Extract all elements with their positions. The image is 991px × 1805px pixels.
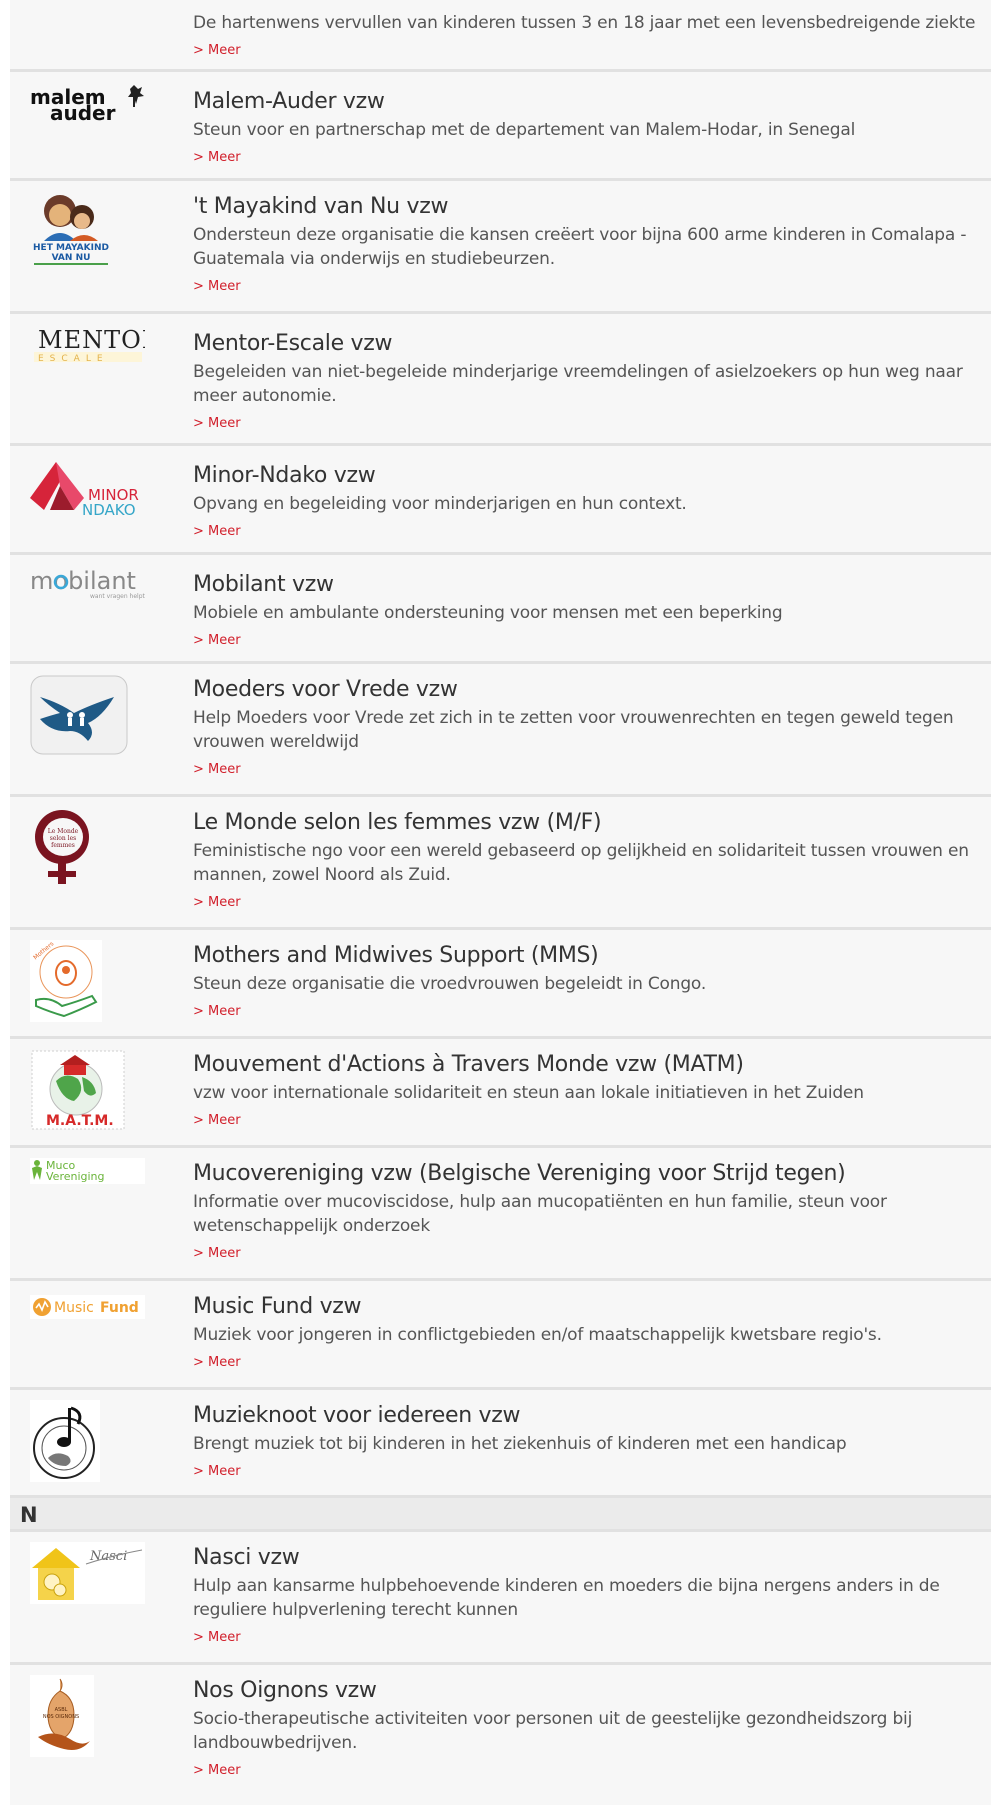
svg-text:want vragen helpt: want vragen helpt (90, 593, 145, 600)
svg-text:Fund: Fund (100, 1300, 139, 1316)
list-item[interactable]: MINOR NDAKO Minor-Ndako vzw Opvang en be… (10, 446, 991, 555)
item-description: vzw voor internationale solidariteit en … (193, 1083, 864, 1103)
more-link[interactable]: > Meer (193, 524, 241, 539)
more-link[interactable]: > Meer (193, 150, 241, 165)
more-link[interactable]: > Meer (193, 1763, 241, 1778)
section-letter: N (20, 1503, 38, 1527)
mobilant-logo: mobilant want vragen helpt (30, 565, 145, 605)
more-link[interactable]: > Meer (193, 1004, 241, 1019)
list-item[interactable]: Moeders voor Vrede vzw Help Moeders voor… (10, 664, 991, 797)
list-item[interactable]: malem auder Malem-Auder vzw Steun voor e… (10, 72, 991, 181)
svg-text:Music: Music (54, 1300, 94, 1316)
more-link[interactable]: > Meer (193, 43, 241, 58)
more-link[interactable]: > Meer (193, 1113, 241, 1128)
list-item[interactable]: Music Fund Music Fund vzw Muziek voor jo… (10, 1281, 991, 1390)
svg-text:auder: auder (50, 101, 116, 125)
more-link[interactable]: > Meer (193, 1630, 241, 1645)
moeders-voor-vrede-logo (30, 675, 128, 755)
matm-logo: M.A.T.M. (30, 1049, 126, 1131)
item-title[interactable]: Music Fund vzw (193, 1293, 979, 1321)
list-item[interactable]: M.A.T.M. Mouvement d'Actions à Travers M… (10, 1039, 991, 1148)
organization-list: De hartenwens vervullen van kinderen tus… (10, 0, 991, 1805)
list-item[interactable]: De hartenwens vervullen van kinderen tus… (10, 0, 991, 72)
more-link[interactable]: > Meer (193, 1246, 241, 1261)
item-title[interactable]: Mothers and Midwives Support (MMS) (193, 942, 979, 970)
item-title[interactable]: Nos Oignons vzw (193, 1677, 979, 1705)
svg-text:Vereniging: Vereniging (46, 1170, 105, 1183)
item-title[interactable]: Mucovereniging vzw (Belgische Vereniging… (193, 1160, 979, 1188)
list-item[interactable]: Muzieknoot voor iedereen vzw Brengt muzi… (10, 1390, 991, 1498)
more-link[interactable]: > Meer (193, 762, 241, 777)
svg-text:Le Monde: Le Monde (48, 828, 79, 835)
mms-logo: Mothers (30, 940, 102, 1022)
item-description: Help Moeders voor Vrede zet zich in te z… (193, 708, 954, 752)
section-header-n: N (10, 1498, 991, 1532)
item-title[interactable]: Malem-Auder vzw (193, 88, 979, 116)
item-description: Hulp aan kansarme hulpbehoevende kindere… (193, 1576, 940, 1620)
item-description: Steun deze organisatie die vroedvrouwen … (193, 974, 707, 994)
item-title[interactable]: Mentor-Escale vzw (193, 330, 979, 358)
nasci-logo: Nasci (30, 1542, 145, 1604)
minor-ndako-logo: MINOR NDAKO (30, 458, 145, 518)
item-title[interactable]: Nasci vzw (193, 1544, 979, 1572)
list-item[interactable]: Le Monde selon les femmes Le Monde selon… (10, 797, 991, 930)
svg-text:NOS OIGNONS: NOS OIGNONS (43, 1714, 79, 1720)
svg-text:ASBL: ASBL (55, 1707, 68, 1713)
malem-auder-logo: malem auder (30, 85, 145, 165)
svg-text:mobilant: mobilant (30, 567, 136, 595)
item-title[interactable]: 't Mayakind van Nu vzw (193, 193, 979, 221)
more-link[interactable]: > Meer (193, 895, 241, 910)
item-description: Steun voor en partnerschap met de depart… (193, 120, 856, 140)
item-title[interactable]: Mouvement d'Actions à Travers Monde vzw … (193, 1051, 979, 1079)
item-title[interactable]: Mobilant vzw (193, 571, 979, 599)
mayakind-logo: HET MAYAKIND VAN NU (30, 189, 112, 267)
item-description: Opvang en begeleiding voor minderjarigen… (193, 494, 687, 514)
muzieknoot-logo (30, 1400, 100, 1482)
svg-text:ESCALE: ESCALE (38, 354, 109, 364)
item-title[interactable]: Le Monde selon les femmes vzw (M/F) (193, 809, 979, 837)
item-title[interactable]: Muzieknoot voor iedereen vzw (193, 1402, 979, 1430)
nos-oignons-logo: ASBL NOS OIGNONS (30, 1675, 94, 1757)
list-item[interactable]: mobilant want vragen helpt Mobilant vzw … (10, 555, 991, 664)
list-item[interactable]: ASBL NOS OIGNONS Nos Oignons vzw Socio-t… (10, 1665, 991, 1805)
item-description: Socio-therapeutische activiteiten voor p… (193, 1709, 913, 1753)
more-link[interactable]: > Meer (193, 416, 241, 431)
svg-text:selon les: selon les (50, 835, 76, 842)
item-description: De hartenwens vervullen van kinderen tus… (193, 13, 976, 33)
svg-text:M.A.T.M.: M.A.T.M. (46, 1113, 114, 1129)
item-title[interactable]: Moeders voor Vrede vzw (193, 676, 979, 704)
list-item[interactable]: Nasci Nasci vzw Hulp aan kansarme hulpbe… (10, 1532, 991, 1665)
item-description: Feministische ngo voor een wereld gebase… (193, 841, 969, 885)
svg-text:VAN NU: VAN NU (52, 253, 91, 263)
item-description: Brengt muziek tot bij kinderen in het zi… (193, 1434, 847, 1454)
item-description: Begeleiden van niet-begeleide minderjari… (193, 362, 963, 406)
more-link[interactable]: > Meer (193, 1464, 241, 1479)
item-title[interactable]: Minor-Ndako vzw (193, 462, 979, 490)
list-item[interactable]: HET MAYAKIND VAN NU 't Mayakind van Nu v… (10, 181, 991, 314)
svg-text:MENTOR: MENTOR (38, 326, 145, 354)
music-fund-logo: Music Fund (30, 1295, 145, 1321)
list-item[interactable]: Mothers Mothers and Midwives Support (MM… (10, 930, 991, 1039)
item-description: Informatie over mucoviscidose, hulp aan … (193, 1192, 887, 1236)
list-item[interactable]: Muco Vereniging Mucovereniging vzw (Belg… (10, 1148, 991, 1281)
monde-selon-femmes-logo: Le Monde selon les femmes (30, 807, 94, 889)
mucovereniging-logo: Muco Vereniging (30, 1158, 145, 1186)
svg-text:femmes: femmes (51, 842, 75, 849)
more-link[interactable]: > Meer (193, 279, 241, 294)
list-item[interactable]: MENTOR ESCALE Mentor-Escale vzw Begeleid… (10, 314, 991, 446)
svg-text:HET MAYAKIND: HET MAYAKIND (33, 243, 109, 253)
more-link[interactable]: > Meer (193, 1355, 241, 1370)
mentor-escale-logo: MENTOR ESCALE (30, 326, 145, 366)
item-description: Muziek voor jongeren in conflictgebieden… (193, 1325, 882, 1345)
item-description: Ondersteun deze organisatie die kansen c… (193, 225, 967, 269)
svg-text:NDAKO: NDAKO (82, 501, 136, 518)
item-description: Mobiele en ambulante ondersteuning voor … (193, 603, 783, 623)
more-link[interactable]: > Meer (193, 633, 241, 648)
